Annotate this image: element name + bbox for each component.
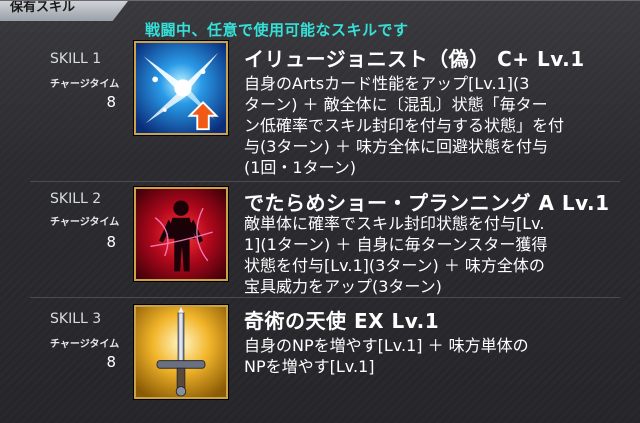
skill-slot-label: SKILL 1 bbox=[50, 51, 102, 67]
charge-time-label: チャージタイム bbox=[50, 339, 120, 350]
desc-line: 自身のArtsカード性能をアップ[Lv.1](3 bbox=[244, 74, 530, 93]
section-tab: 保有スキル bbox=[0, 1, 128, 21]
charge-time-value: 8 bbox=[106, 233, 116, 251]
skill-name: イリュージョニスト（偽） C+ Lv.1 bbox=[244, 47, 585, 71]
skill-description: 自身のNPを増やす[Lv.1] ＋ 味方単体の NPを増やす[Lv.1] bbox=[244, 335, 616, 377]
seal-silhouette-icon[interactable] bbox=[134, 187, 228, 281]
charge-time-label: チャージタイム bbox=[50, 79, 120, 90]
desc-line: ン低確率でスキル封印を付与する状態」を付 bbox=[244, 116, 565, 135]
desc-line: 敵単体に確率でスキル封印状態を付与[Lv. bbox=[244, 214, 545, 233]
divider bbox=[30, 297, 620, 298]
desc-line: 宝具威力をアップ(3ターン) bbox=[244, 277, 442, 296]
desc-line: 与(3ターン) ＋ 味方全体に回避状態を付与 bbox=[244, 137, 549, 156]
skill-name: でたらめショー・プランニング A Lv.1 bbox=[244, 191, 610, 215]
desc-line: 自身のNPを増やす[Lv.1] ＋ 味方単体の bbox=[244, 336, 529, 355]
skill-panel: 保有スキル 戦闘中、任意で使用可能なスキルです SKILL 1 チャージタイム … bbox=[0, 0, 640, 423]
desc-line: 1](1ターン) ＋ 自身に毎ターンスター獲得 bbox=[244, 235, 548, 254]
desc-line: (1回・1ターン) bbox=[244, 158, 357, 177]
skill-description: 自身のArtsカード性能をアップ[Lv.1](3 ターン) ＋ 敵全体に〔混乱〕… bbox=[244, 73, 616, 178]
arts-up-sparkle-icon[interactable] bbox=[134, 41, 228, 135]
section-subtitle: 戦闘中、任意で使用可能なスキルです bbox=[145, 21, 409, 39]
charge-time-label: チャージタイム bbox=[50, 217, 120, 228]
sword-np-icon[interactable] bbox=[134, 305, 228, 399]
desc-line: ターン) ＋ 敵全体に〔混乱〕状態「毎ター bbox=[244, 95, 548, 114]
skill-slot-label: SKILL 3 bbox=[50, 311, 102, 327]
charge-time-value: 8 bbox=[106, 353, 116, 371]
skill-description: 敵単体に確率でスキル封印状態を付与[Lv. 1](1ターン) ＋ 自身に毎ターン… bbox=[244, 213, 616, 297]
charge-time-value: 8 bbox=[106, 93, 116, 111]
skill-name: 奇術の天使 EX Lv.1 bbox=[244, 309, 440, 333]
divider bbox=[30, 181, 620, 182]
skill-slot-label: SKILL 2 bbox=[50, 191, 102, 207]
desc-line: 状態を付与[Lv.1](3ターン) ＋ 味方全体の bbox=[244, 256, 545, 275]
desc-line: NPを増やす[Lv.1] bbox=[244, 357, 375, 376]
